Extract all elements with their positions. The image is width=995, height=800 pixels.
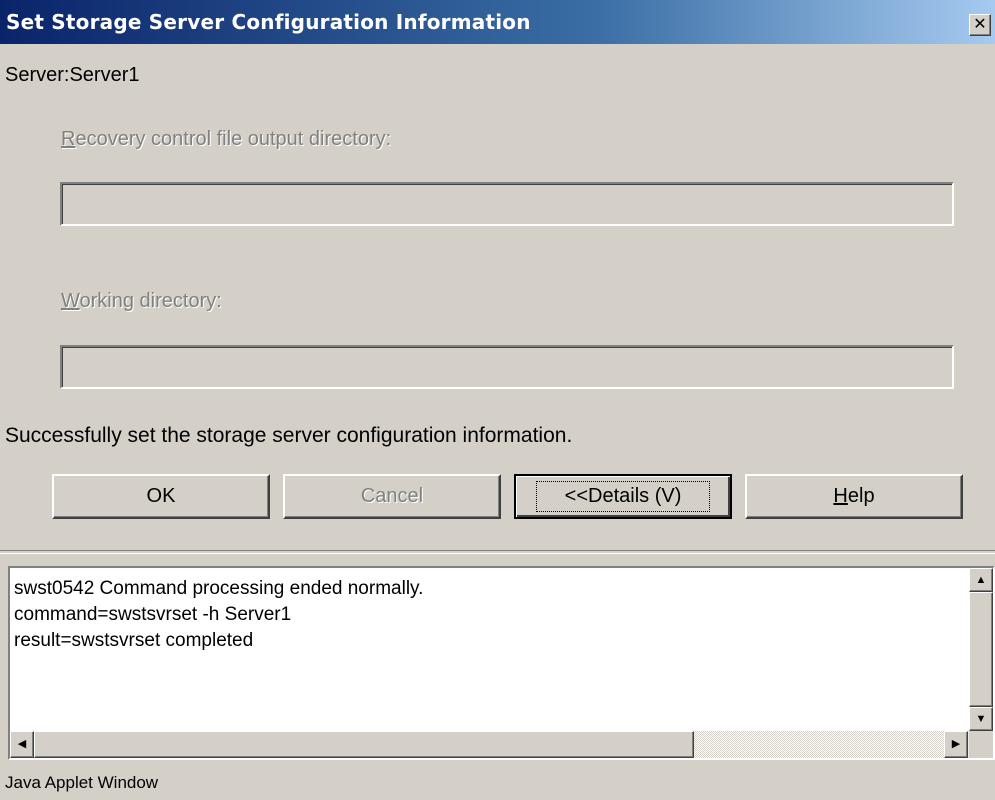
working-label-mnemonic: W <box>61 290 80 312</box>
cancel-button[interactable]: Cancel <box>283 474 501 519</box>
horizontal-scroll-thumb[interactable] <box>34 731 694 758</box>
server-label: Server:Server1 <box>5 64 140 86</box>
details-panel: swst0542 Command processing ended normal… <box>8 566 995 760</box>
status-message: Successfully set the storage server conf… <box>5 424 573 447</box>
details-button-label: <<Details (V) <box>535 481 711 512</box>
horizontal-scroll-track[interactable] <box>694 731 944 758</box>
dialog-body: Server:Server1 Recovery control file out… <box>0 44 995 552</box>
cancel-button-label: Cancel <box>360 485 424 507</box>
recovery-label-mnemonic: R <box>61 128 76 150</box>
details-text-area[interactable]: swst0542 Command processing ended normal… <box>10 568 971 731</box>
recovery-label-text: ecovery control file output directory: <box>75 128 392 150</box>
scroll-up-icon[interactable]: ▲ <box>969 568 993 592</box>
scroll-right-icon[interactable]: ▶ <box>944 731 968 758</box>
title-bar: Set Storage Server Configuration Informa… <box>0 0 995 44</box>
vertical-scroll-thumb[interactable] <box>969 592 993 707</box>
details-line: command=swstsvrset -h Server1 <box>14 604 292 625</box>
recovery-directory-label: Recovery control file output directory: <box>61 128 391 151</box>
scroll-down-icon[interactable]: ▼ <box>969 707 993 731</box>
ok-button[interactable]: OK <box>52 474 270 519</box>
details-button[interactable]: <<Details (V) <box>514 474 732 519</box>
scroll-left-icon[interactable]: ◀ <box>10 731 34 758</box>
window-title: Set Storage Server Configuration Informa… <box>6 10 531 34</box>
applet-footer: Java Applet Window <box>0 768 995 800</box>
working-label-text: orking directory: <box>79 290 222 312</box>
help-button-mnemonic: H <box>833 485 848 507</box>
scroll-corner <box>969 731 993 758</box>
close-icon[interactable]: ✕ <box>969 14 991 36</box>
help-button-label: elp <box>847 485 875 507</box>
vertical-scrollbar[interactable]: ▲ ▼ <box>969 568 993 731</box>
details-line: swst0542 Command processing ended normal… <box>14 578 424 599</box>
working-directory-input[interactable] <box>60 345 954 389</box>
ok-button-label: OK <box>146 485 176 507</box>
horizontal-scrollbar[interactable]: ◀ ▶ <box>10 731 971 758</box>
help-button[interactable]: Help <box>745 474 963 519</box>
working-directory-label: Working directory: <box>61 290 222 313</box>
details-line: result=swstsvrset completed <box>14 630 254 651</box>
details-divider <box>0 550 995 554</box>
recovery-directory-input[interactable] <box>60 182 954 226</box>
